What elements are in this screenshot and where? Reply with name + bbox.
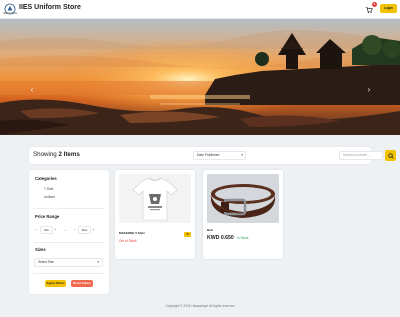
login-button[interactable]: Login xyxy=(380,4,397,13)
price-min-increment[interactable]: + xyxy=(53,227,58,233)
showing-count: 2 Items xyxy=(58,151,80,158)
size-select[interactable]: Select Size ▾ xyxy=(34,258,103,267)
product-name[interactable]: MAKEONE T-Shirt xyxy=(119,232,145,235)
price-range-title: Price Range xyxy=(35,214,60,219)
cart-count-badge: 0 xyxy=(372,2,377,7)
product-image[interactable] xyxy=(119,174,191,223)
price-max-increment[interactable]: + xyxy=(91,227,96,233)
apply-filters-button[interactable]: Apply Filters xyxy=(45,280,66,287)
cart-button[interactable] xyxy=(364,5,373,14)
top-header: IIES STORE IIES Uniform Store 0 Login xyxy=(0,0,400,19)
search-button[interactable] xyxy=(385,150,396,161)
stock-status: Out of Stock xyxy=(119,239,137,243)
category-item[interactable]: T-Shirt xyxy=(44,187,53,191)
categories-title: Categories xyxy=(35,176,57,181)
product-card[interactable]: MAKEONE T-Shirt Out of Stock S xyxy=(115,170,195,259)
divider xyxy=(33,242,105,243)
showing-prefix: Showing xyxy=(33,151,57,158)
hero-image xyxy=(0,19,400,135)
sort-selected-value: Date Published xyxy=(197,153,220,157)
hero-banner: ‹ › xyxy=(0,19,400,135)
search-input[interactable]: Search products ... xyxy=(339,151,383,160)
sizes-title: Sizes xyxy=(35,247,46,252)
carousel-prev-button[interactable]: ‹ xyxy=(28,86,36,94)
divider xyxy=(33,208,105,209)
product-price: KWD 0.650 xyxy=(207,235,234,241)
product-name[interactable]: Belt xyxy=(207,229,213,232)
footer-copyright: Copyright © 2024 Halaastique All rights … xyxy=(165,304,235,308)
store-title[interactable]: IIES Uniform Store xyxy=(19,4,81,11)
range-separator: – xyxy=(64,228,67,232)
chevron-down-icon: ▾ xyxy=(241,153,243,157)
product-image[interactable] xyxy=(207,174,279,223)
stock-status: In Stock xyxy=(237,236,249,240)
sort-select[interactable]: Date Published ▾ xyxy=(193,151,246,160)
price-min-input[interactable]: Min xyxy=(40,226,53,234)
carousel-next-button[interactable]: › xyxy=(365,86,373,94)
price-min-decrement[interactable]: − xyxy=(34,227,39,233)
chevron-down-icon: ▾ xyxy=(97,260,99,264)
cart-icon xyxy=(365,6,373,13)
price-max-input[interactable]: Max xyxy=(78,226,91,234)
price-max-decrement[interactable]: − xyxy=(72,227,77,233)
category-item[interactable]: Uniform xyxy=(44,195,55,199)
product-card[interactable]: Belt KWD 0.650 In Stock xyxy=(203,170,283,259)
listing-toolbar: Showing 2 Items Date Published ▾ Search … xyxy=(29,147,396,164)
filter-panel: Categories T-Shirt Uniform Price Range −… xyxy=(29,170,109,294)
showing-count-text: Showing 2 Items xyxy=(33,151,80,158)
divider xyxy=(33,273,105,274)
reset-filters-button[interactable]: Reset Filters xyxy=(71,280,93,287)
size-selected-value: Select Size xyxy=(38,260,54,264)
logo-caption: IIES STORE xyxy=(3,12,17,15)
search-icon xyxy=(387,152,394,159)
size-tag-badge: S xyxy=(184,232,191,237)
